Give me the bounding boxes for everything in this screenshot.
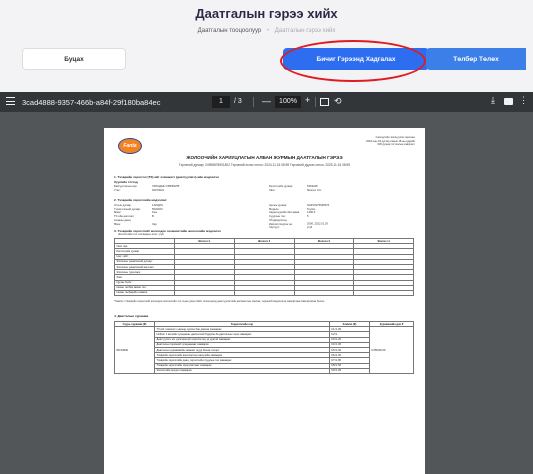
vehicle-info-left: Улсын дугаар: 1222ДГА Гэрчилгээний дугаар… xyxy=(114,204,163,226)
toolbar-divider xyxy=(315,97,316,107)
menu-icon[interactable] xyxy=(6,97,15,106)
breadcrumb: Даатгалын тооцоолуур • Даатгалын гэрээ х… xyxy=(0,28,533,34)
section-1-title: 1. Тээврийн хэрэгсэл (ТХ)-ийг эзэмшигч (… xyxy=(114,175,219,179)
pdf-page: Fanta Санхүүгийн зохицуулах хорооны 2018… xyxy=(104,128,425,474)
contract-info: Гэрээний дугаар: 24955878901802 Гэрээний… xyxy=(178,163,351,167)
breadcrumb-separator: • xyxy=(266,28,270,34)
premium-table: Суурь хураамж (₮) Үндэслэлийн нэр Хэмжээ… xyxy=(114,320,414,374)
drivers-note: *Хэвлэгч Тээврийн хэрэгслийг жолоодох жо… xyxy=(114,300,325,303)
section-2-title: 2. Тээврийн хэрэгслийн мэдээлэл: xyxy=(114,198,168,202)
action-bar: Буцах Бичиг Гэрээнд Хадгалах Төлбөр Төлө… xyxy=(20,44,533,72)
breadcrumb-item-current: Даатгалын гэрээ хийх xyxy=(274,28,336,34)
section-4-title: 4. Даатгалын хураамж xyxy=(114,314,149,318)
pdf-toolbar: 3cad4888-9357-466b-a84f-29f180ba84ec 1 /… xyxy=(0,92,533,112)
premium-base: 80=33000 xyxy=(114,326,155,374)
company-logo: Fanta xyxy=(118,138,142,154)
pdf-file-name: 3cad4888-9357-466b-a84f-29f180ba84ec xyxy=(22,98,161,107)
owner-info-right: Регистрийн дугаар: 5363348 Хаяг: Монгол Ул… xyxy=(269,185,322,192)
print-icon[interactable] xyxy=(504,98,513,105)
pay-button[interactable]: Төлбөр Төлөх xyxy=(426,48,526,70)
save-contract-button[interactable]: Бичиг Гэрээнд Хадгалах xyxy=(283,48,429,70)
toolbar-divider xyxy=(253,97,254,107)
table-row: Нөхөн төлбөрийн хэмжээ: xyxy=(114,289,414,297)
download-icon[interactable]: ⤓ xyxy=(491,95,495,106)
section-3-subtitle: Жолоочийн тоо хязгаарын эсэх: үгүй xyxy=(118,233,164,236)
premium-total: К=89100.00 xyxy=(369,326,414,374)
fit-page-icon[interactable] xyxy=(320,98,329,106)
document-title: ЖОЛООЧИЙН ХАРИУЦЛАГЫН АЛБАН ЖУРМЫН ДААТГ… xyxy=(186,155,343,160)
pdf-viewer: 3cad4888-9357-466b-a84f-29f180ba84ec 1 /… xyxy=(0,92,533,474)
more-options-icon[interactable]: ⋮ xyxy=(519,95,528,106)
owner-info-left: Байгууллагын нэр: ХЯТАДЫН ХӨРӨНГӨ Утас: 94… xyxy=(114,185,180,192)
regulation-reference: Санхүүгийн зохицуулах хорооны 2018 оны 0… xyxy=(366,136,415,147)
breadcrumb-item-calculator[interactable]: Даатгалын тооцоолуур xyxy=(198,28,262,34)
page-total: / 3 xyxy=(234,98,242,105)
table-row: Жолоочийн эрсдэл хамаарах К9=1.00 xyxy=(115,367,414,374)
drivers-table: Жолооч 1 Жолооч 2 Жолооч 3 Жолооч 4 Овог… xyxy=(114,237,414,297)
page-title: Даатгалын гэрээ хийх xyxy=(195,6,338,21)
back-button[interactable]: Буцах xyxy=(22,48,126,70)
rotate-icon[interactable]: ⟲ xyxy=(334,96,342,107)
section-1-subtitle: Хуулийн этгээд xyxy=(114,180,138,184)
zoom-in-button[interactable]: + xyxy=(305,95,310,105)
zoom-out-button[interactable]: — xyxy=(262,96,271,106)
zoom-level-input[interactable]: 100% xyxy=(275,96,301,108)
vehicle-info-right: Арлын дугаар: NHP10275948376 Модель: Toyot… xyxy=(269,204,330,230)
page-number-input[interactable]: 1 xyxy=(212,96,230,108)
